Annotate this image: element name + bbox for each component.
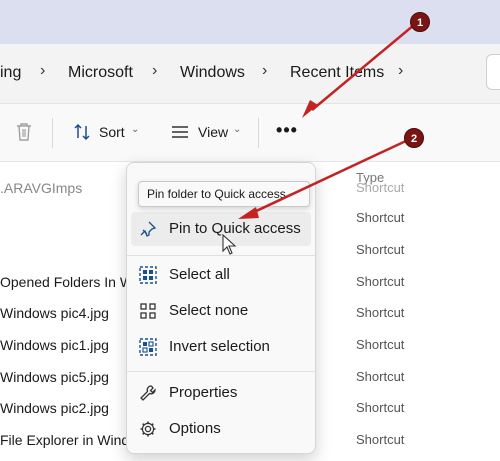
annotation-arrow-2 <box>251 138 409 215</box>
annotation-badge-2: 2 <box>404 128 424 148</box>
annotation-arrows <box>238 24 415 219</box>
annotation-badge-1: 1 <box>410 12 430 32</box>
annotation-arrow-1 <box>311 24 415 111</box>
annotation-arrowhead-1 <box>302 100 318 118</box>
annotation-arrowhead-2 <box>238 207 259 219</box>
